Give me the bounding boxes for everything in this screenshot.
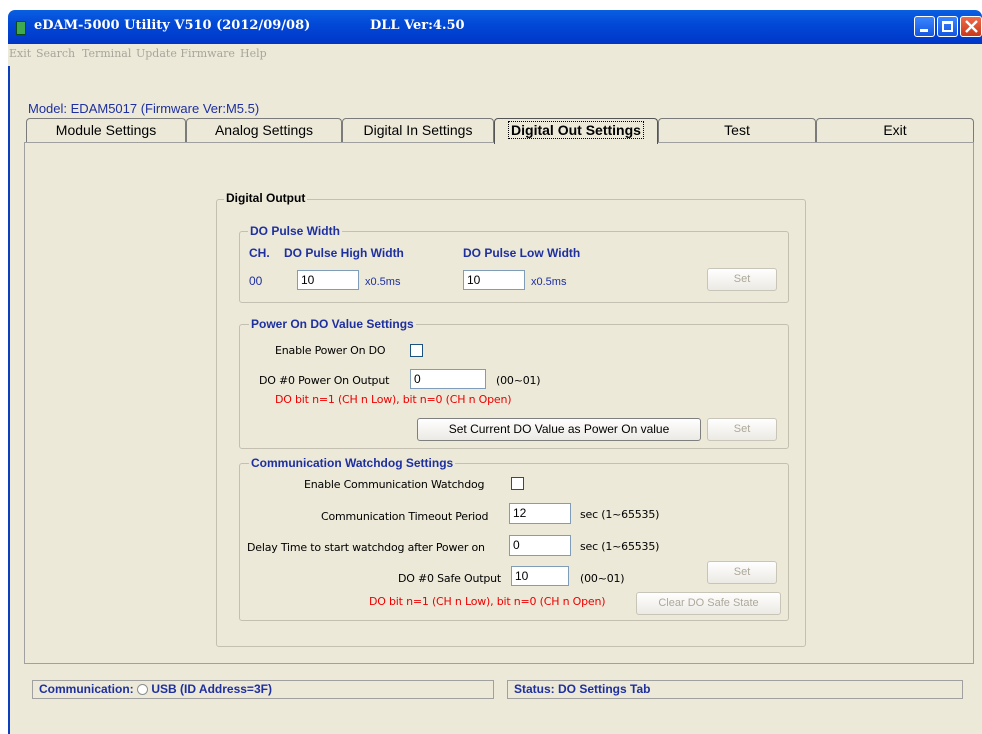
communication-label: Communication: — [39, 682, 134, 696]
menu-bar: Exit Search Terminal Update Firmware Hel… — [8, 44, 982, 66]
menu-update-firmware[interactable]: Update Firmware — [136, 47, 235, 60]
close-button[interactable] — [960, 16, 982, 37]
maximize-icon — [942, 21, 953, 32]
communication-status: Communication: USB (ID Address=3F) — [32, 680, 494, 699]
safe-output-input[interactable]: 10 — [511, 566, 569, 586]
enable-watchdog-checkbox[interactable] — [511, 477, 524, 490]
tab-exit[interactable]: Exit — [816, 118, 974, 142]
minimize-icon — [920, 29, 928, 32]
tab-analog-settings[interactable]: Analog Settings — [186, 118, 342, 142]
menu-terminal[interactable]: Terminal — [82, 47, 131, 60]
digital-output-title: Digital Output — [224, 191, 308, 205]
dll-version: DLL Ver:4.50 — [370, 18, 465, 33]
menu-exit[interactable]: Exit — [9, 47, 31, 60]
communication-value: USB (ID Address=3F) — [151, 682, 272, 696]
timeout-range: sec (1~65535) — [580, 508, 660, 521]
pulse-set-button[interactable]: Set — [707, 268, 777, 291]
pulse-low-unit: x0.5ms — [531, 276, 567, 288]
menu-help[interactable]: Help — [240, 47, 267, 60]
status-panel: Status: DO Settings Tab — [507, 680, 963, 699]
tab-digital-out-label: Digital Out Settings — [508, 121, 644, 139]
close-icon — [965, 20, 978, 33]
power-on-output-label: DO #0 Power On Output — [259, 374, 390, 387]
enable-power-on-label: Enable Power On DO — [275, 344, 386, 357]
pulse-low-input[interactable]: 10 — [463, 270, 525, 290]
tab-module-settings[interactable]: Module Settings — [26, 118, 186, 142]
delay-label: Delay Time to start watchdog after Power… — [247, 541, 485, 554]
tab-digital-in-settings[interactable]: Digital In Settings — [342, 118, 494, 142]
watchdog-hint: DO bit n=1 (CH n Low), bit n=0 (CH n Ope… — [369, 595, 606, 608]
app-icon — [16, 21, 26, 35]
power-on-output-input[interactable]: 0 — [410, 369, 486, 389]
pulse-high-header: DO Pulse High Width — [284, 246, 404, 260]
menu-search[interactable]: Search — [36, 47, 75, 60]
power-on-hint: DO bit n=1 (CH n Low), bit n=0 (CH n Ope… — [275, 393, 512, 406]
enable-watchdog-label: Enable Communication Watchdog — [304, 478, 485, 491]
power-on-title: Power On DO Value Settings — [249, 317, 416, 331]
clear-safe-state-button[interactable]: Clear DO Safe State — [636, 592, 781, 615]
tab-digital-out-settings[interactable]: Digital Out Settings — [494, 118, 658, 144]
safe-output-label: DO #0 Safe Output — [398, 572, 502, 585]
delay-range: sec (1~65535) — [580, 540, 660, 553]
channel-number: 00 — [249, 274, 263, 288]
safe-output-range: (00~01) — [580, 572, 625, 585]
tab-test[interactable]: Test — [658, 118, 816, 142]
window-left-border — [8, 66, 10, 734]
usb-radio[interactable] — [137, 684, 149, 695]
title-bar: eDAM-5000 Utility V510 (2012/09/08) DLL … — [8, 10, 982, 44]
watchdog-title: Communication Watchdog Settings — [249, 456, 456, 470]
pulse-high-unit: x0.5ms — [365, 276, 401, 288]
power-on-output-range: (00~01) — [496, 374, 541, 387]
pulse-width-title: DO Pulse Width — [248, 224, 342, 238]
power-on-set-button[interactable]: Set — [707, 418, 777, 441]
ch-header: CH. — [249, 246, 270, 260]
pulse-low-header: DO Pulse Low Width — [463, 246, 581, 260]
maximize-button[interactable] — [937, 16, 958, 37]
model-label: Model: EDAM5017 (Firmware Ver:M5.5) — [28, 101, 260, 116]
watchdog-set-button[interactable]: Set — [707, 561, 777, 584]
timeout-label: Communication Timeout Period — [321, 510, 489, 523]
window-title: eDAM-5000 Utility V510 (2012/09/08) — [34, 18, 311, 33]
delay-input[interactable]: 0 — [509, 535, 571, 556]
set-current-do-button[interactable]: Set Current DO Value as Power On value — [417, 418, 701, 441]
pulse-high-input[interactable]: 10 — [297, 270, 359, 290]
enable-power-on-checkbox[interactable] — [410, 344, 423, 357]
pulse-width-group — [239, 231, 789, 303]
timeout-input[interactable]: 12 — [509, 503, 571, 524]
minimize-button[interactable] — [914, 16, 935, 37]
